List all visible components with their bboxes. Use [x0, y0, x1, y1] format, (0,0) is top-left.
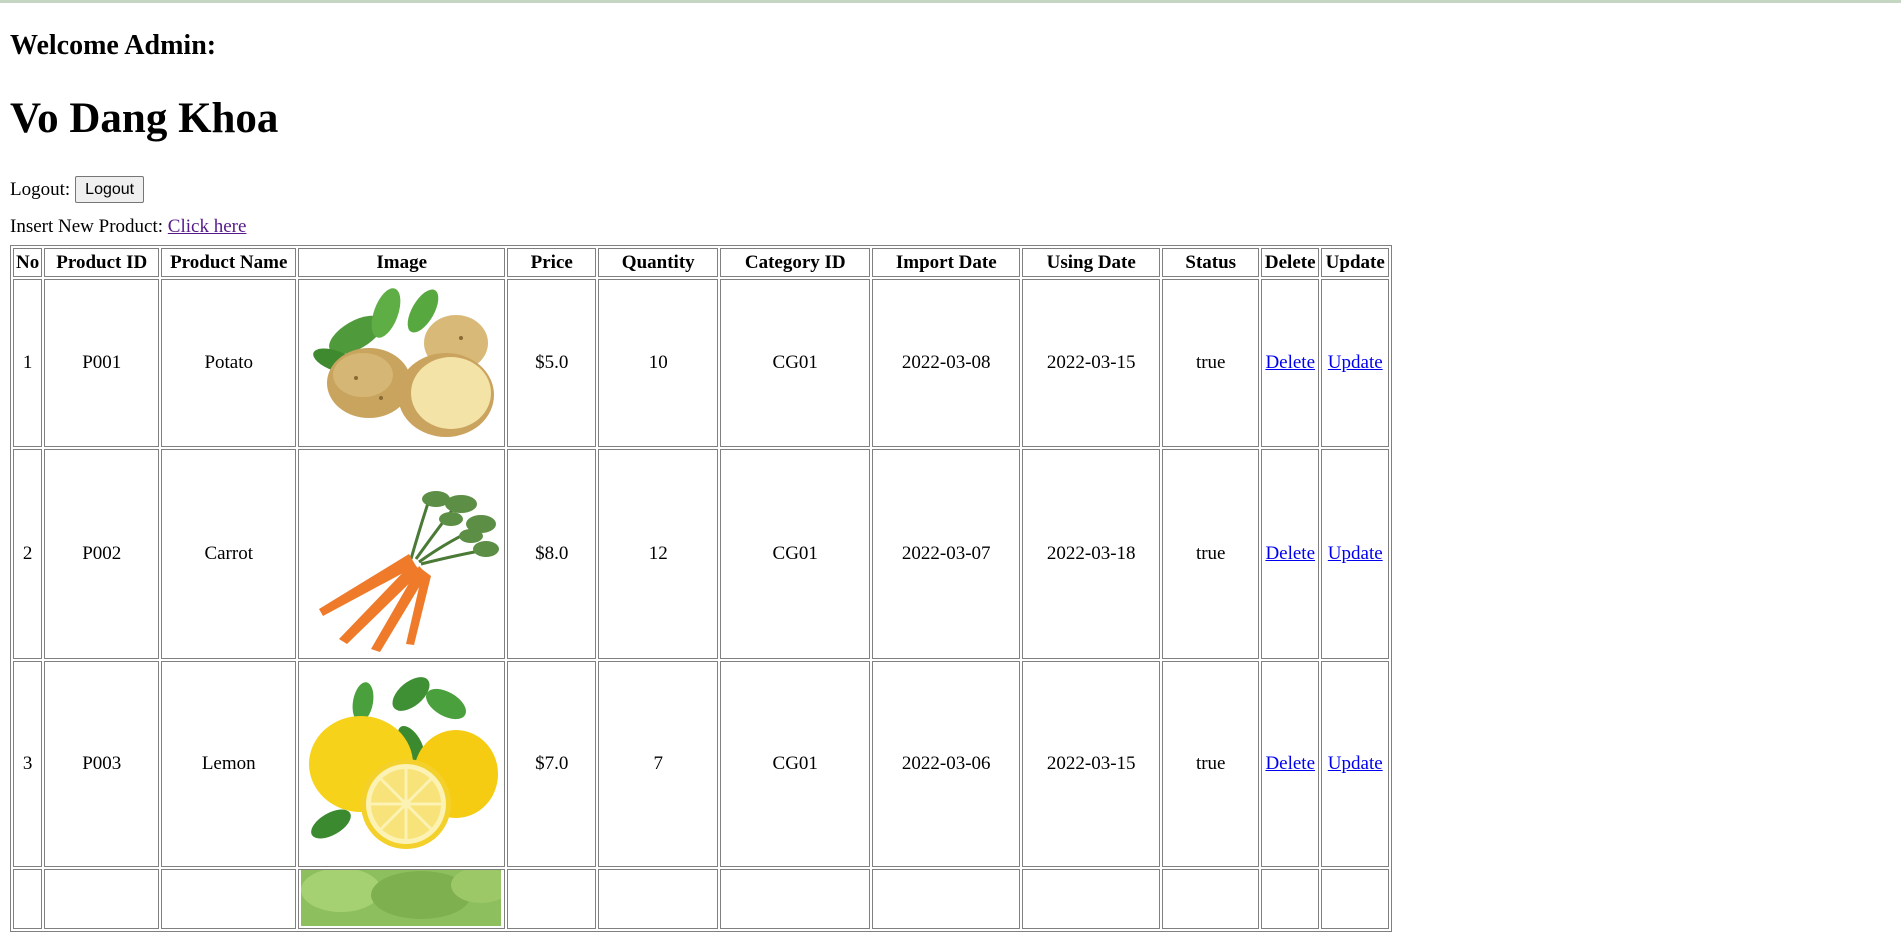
cell-price: $8.0: [507, 449, 597, 659]
cell-product-id: P002: [44, 449, 160, 659]
delete-link[interactable]: Delete: [1265, 753, 1315, 774]
table-row: 3 P003 Lemon $7.0 7 CG01 2022-03-06 2022…: [13, 661, 1390, 867]
table-row: [13, 869, 1390, 929]
cell-import-date: 2022-03-06: [872, 661, 1021, 867]
carrot-image: [301, 454, 502, 654]
col-header-category-id: Category ID: [720, 248, 871, 277]
lemon-image: [301, 664, 502, 864]
col-header-delete: Delete: [1261, 248, 1320, 277]
cell-using-date: 2022-03-15: [1022, 279, 1161, 447]
cell-product-id: P003: [44, 661, 160, 867]
update-link[interactable]: Update: [1328, 753, 1383, 774]
cell-image: [298, 869, 506, 929]
insert-product-link[interactable]: Click here: [168, 216, 247, 237]
cell-import-date: 2022-03-08: [872, 279, 1021, 447]
potato-image: [301, 283, 502, 443]
cell-category-id: CG01: [720, 661, 871, 867]
cell-quantity: 12: [598, 449, 719, 659]
cell-product-name: [161, 869, 297, 929]
col-header-product-name: Product Name: [161, 248, 297, 277]
cell-delete: [1261, 869, 1320, 929]
cell-status: [1162, 869, 1260, 929]
cell-status: true: [1162, 279, 1260, 447]
cell-update: Update: [1321, 661, 1390, 867]
cell-delete: Delete: [1261, 661, 1320, 867]
delete-link[interactable]: Delete: [1265, 352, 1315, 373]
cell-image: [298, 279, 506, 447]
cell-update: Update: [1321, 449, 1390, 659]
welcome-heading: Welcome Admin:: [10, 30, 217, 61]
cell-category-id: CG01: [720, 449, 871, 659]
cell-import-date: 2022-03-07: [872, 449, 1021, 659]
table-row: 1 P001 Potato $5.0 10 CG01 2022-03-08 20…: [13, 279, 1390, 447]
cell-using-date: 2022-03-15: [1022, 661, 1161, 867]
col-header-price: Price: [507, 248, 597, 277]
cell-update: [1321, 869, 1390, 929]
cell-quantity: 7: [598, 661, 719, 867]
insert-label: Insert New Product:: [10, 216, 164, 237]
cell-status: true: [1162, 661, 1260, 867]
cell-product-name: Lemon: [161, 661, 297, 867]
cell-no: 3: [13, 661, 43, 867]
col-header-update: Update: [1321, 248, 1390, 277]
insert-row: Insert New Product: Click here: [10, 215, 1891, 239]
products-table: No Product ID Product Name Image Price Q…: [10, 245, 1393, 932]
cell-no: 1: [13, 279, 43, 447]
logout-label: Logout:: [10, 178, 71, 200]
cell-price: $5.0: [507, 279, 597, 447]
update-link[interactable]: Update: [1328, 543, 1383, 564]
table-header-row: No Product ID Product Name Image Price Q…: [13, 248, 1390, 277]
cell-product-id: P001: [44, 279, 160, 447]
page-content: Welcome Admin: Vo Dang Khoa Logout: Logo…: [0, 3, 1901, 932]
col-header-quantity: Quantity: [598, 248, 719, 277]
cell-category-id: CG01: [720, 279, 871, 447]
cell-product-id: [44, 869, 160, 929]
logout-button[interactable]: Logout: [75, 176, 145, 203]
update-link[interactable]: Update: [1328, 352, 1383, 373]
cell-delete: Delete: [1261, 279, 1320, 447]
logout-row: Logout: Logout: [10, 174, 1891, 205]
col-header-using-date: Using Date: [1022, 248, 1161, 277]
cell-quantity: [598, 869, 719, 929]
cell-no: 2: [13, 449, 43, 659]
user-name-heading: Vo Dang Khoa: [10, 95, 279, 142]
cell-status: true: [1162, 449, 1260, 659]
cell-image: [298, 449, 506, 659]
cell-price: $7.0: [507, 661, 597, 867]
cell-image: [298, 661, 506, 867]
table-row: 2 P002 Carrot $8.0 12 CG01 2022-03-07 20…: [13, 449, 1390, 659]
col-header-status: Status: [1162, 248, 1260, 277]
col-header-product-id: Product ID: [44, 248, 160, 277]
cell-category-id: [720, 869, 871, 929]
cell-quantity: 10: [598, 279, 719, 447]
cell-no: [13, 869, 43, 929]
cell-using-date: 2022-03-18: [1022, 449, 1161, 659]
cell-product-name: Carrot: [161, 449, 297, 659]
cell-update: Update: [1321, 279, 1390, 447]
delete-link[interactable]: Delete: [1265, 543, 1315, 564]
cell-price: [507, 869, 597, 929]
col-header-import-date: Import Date: [872, 248, 1021, 277]
lettuce-image: [301, 870, 502, 926]
cell-using-date: [1022, 869, 1161, 929]
cell-delete: Delete: [1261, 449, 1320, 659]
col-header-no: No: [13, 248, 43, 277]
cell-import-date: [872, 869, 1021, 929]
cell-product-name: Potato: [161, 279, 297, 447]
col-header-image: Image: [298, 248, 506, 277]
